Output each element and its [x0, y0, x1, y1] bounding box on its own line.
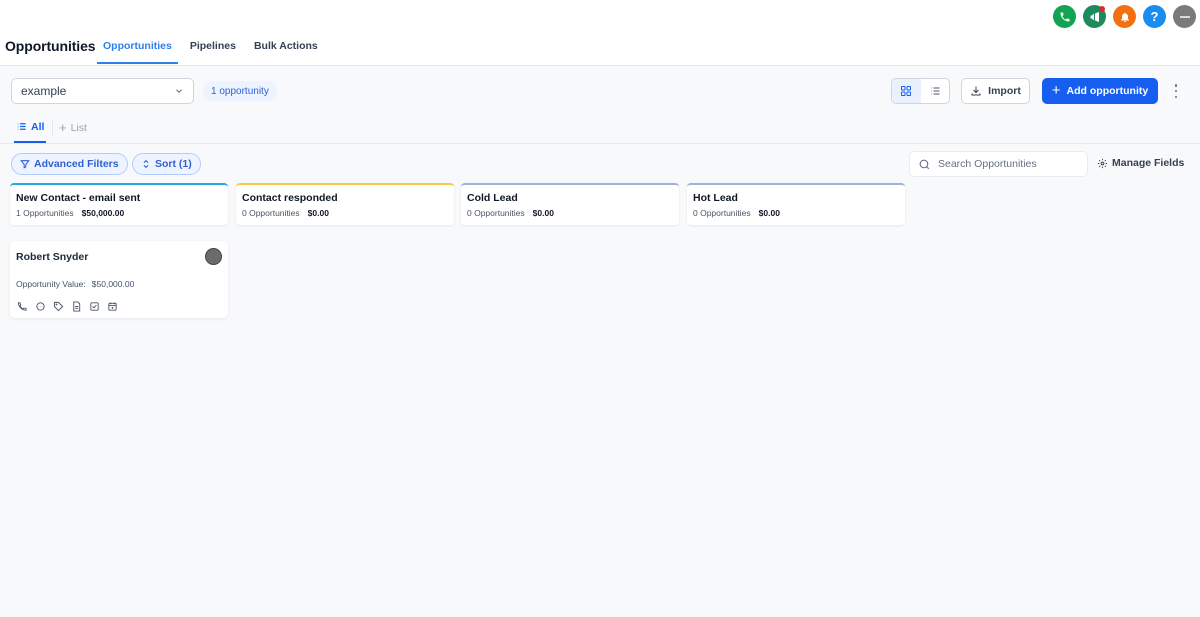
tab-divider	[52, 120, 53, 136]
add-opportunity-label: Add opportunity	[1066, 85, 1149, 97]
view-toggle	[891, 78, 950, 104]
advanced-filters-button[interactable]: Advanced Filters	[11, 153, 128, 175]
stage-new-contact: New Contact - email sent 1 Opportunities…	[10, 183, 228, 225]
stage-count: 0 Opportunities	[467, 208, 525, 218]
tab-all-label: All	[31, 120, 45, 133]
stage-name: Contact responded	[242, 192, 338, 204]
add-list-label: List	[70, 121, 87, 134]
more-options-icon[interactable]	[1170, 83, 1182, 99]
list-icon	[17, 123, 26, 130]
stage-name: Hot Lead	[693, 192, 738, 204]
download-icon	[971, 86, 981, 96]
opportunity-value: $50,000.00	[91, 279, 135, 289]
chat-icon[interactable]	[34, 300, 46, 312]
stage-amount: $0.00	[532, 208, 554, 218]
pipeline-select[interactable]: example	[11, 78, 194, 104]
page-title: Opportunities	[5, 38, 96, 54]
board-view-button[interactable]	[892, 79, 921, 103]
sort-label: Sort (1)	[155, 158, 192, 170]
sort-icon	[143, 159, 149, 169]
opportunity-value-label: Opportunity Value:	[16, 279, 86, 289]
stage-contact-responded: Contact responded 0 Opportunities $0.00	[236, 183, 454, 225]
grid-icon	[901, 86, 912, 96]
stage-amount: $50,000.00	[81, 208, 125, 218]
tag-icon[interactable]	[52, 300, 64, 312]
phone-icon[interactable]	[16, 300, 28, 312]
advanced-filters-label: Advanced Filters	[34, 158, 119, 170]
gear-icon	[1097, 158, 1108, 168]
tab-all[interactable]: All	[14, 112, 47, 143]
calendar-icon[interactable]	[106, 300, 118, 312]
megaphone-icon[interactable]	[1083, 5, 1106, 28]
stage-count: 1 Opportunities	[16, 208, 74, 218]
manage-fields-label: Manage Fields	[1112, 157, 1185, 169]
bell-icon[interactable]	[1113, 5, 1136, 28]
view-tabs: All + List	[0, 112, 1200, 144]
pipeline-select-value: example	[21, 84, 67, 98]
opportunity-card[interactable]: Robert Snyder Opportunity Value: $50,000…	[10, 241, 228, 318]
phone-icon[interactable]	[1053, 5, 1076, 28]
notification-dot	[1099, 6, 1105, 12]
search-icon	[919, 159, 930, 169]
avatar	[205, 248, 222, 265]
task-icon[interactable]	[88, 300, 100, 312]
opportunity-count-badge: 1 opportunity	[203, 81, 277, 101]
user-avatar[interactable]	[1173, 5, 1196, 28]
plus-icon: +	[1051, 82, 1061, 99]
stage-count: 0 Opportunities	[693, 208, 751, 218]
top-bar: Opportunities Opportunities Pipelines Bu…	[0, 0, 1200, 66]
tab-bulk-actions[interactable]: Bulk Actions	[248, 30, 324, 64]
stage-name: New Contact - email sent	[16, 192, 141, 204]
top-icons: ?	[1053, 5, 1196, 28]
stage-hot-lead: Hot Lead 0 Opportunities $0.00	[687, 183, 905, 225]
tab-pipelines[interactable]: Pipelines	[184, 30, 242, 64]
add-opportunity-button[interactable]: + Add opportunity	[1042, 78, 1158, 104]
opportunity-name: Robert Snyder	[16, 251, 89, 263]
search-box	[909, 151, 1088, 177]
stage-amount: $0.00	[758, 208, 780, 218]
import-button[interactable]: Import	[961, 78, 1030, 104]
stage-name: Cold Lead	[467, 192, 518, 204]
stage-amount: $0.00	[307, 208, 329, 218]
card-actions	[16, 300, 118, 312]
stage-count: 0 Opportunities	[242, 208, 300, 218]
plus-icon: +	[59, 120, 67, 135]
search-input[interactable]	[938, 158, 1078, 170]
filter-icon	[20, 160, 30, 169]
sort-button[interactable]: Sort (1)	[132, 153, 201, 175]
manage-fields-button[interactable]: Manage Fields	[1097, 157, 1184, 169]
list-view-button[interactable]	[921, 79, 950, 103]
stage-cold-lead: Cold Lead 0 Opportunities $0.00	[461, 183, 679, 225]
help-icon[interactable]: ?	[1143, 5, 1166, 28]
tab-opportunities[interactable]: Opportunities	[97, 30, 178, 64]
note-icon[interactable]	[70, 300, 82, 312]
list-icon	[930, 87, 940, 95]
main-tabs: Opportunities Pipelines Bulk Actions	[97, 30, 330, 64]
chevron-down-icon	[176, 89, 182, 93]
add-list-tab[interactable]: + List	[59, 112, 87, 143]
import-label: Import	[988, 85, 1021, 97]
